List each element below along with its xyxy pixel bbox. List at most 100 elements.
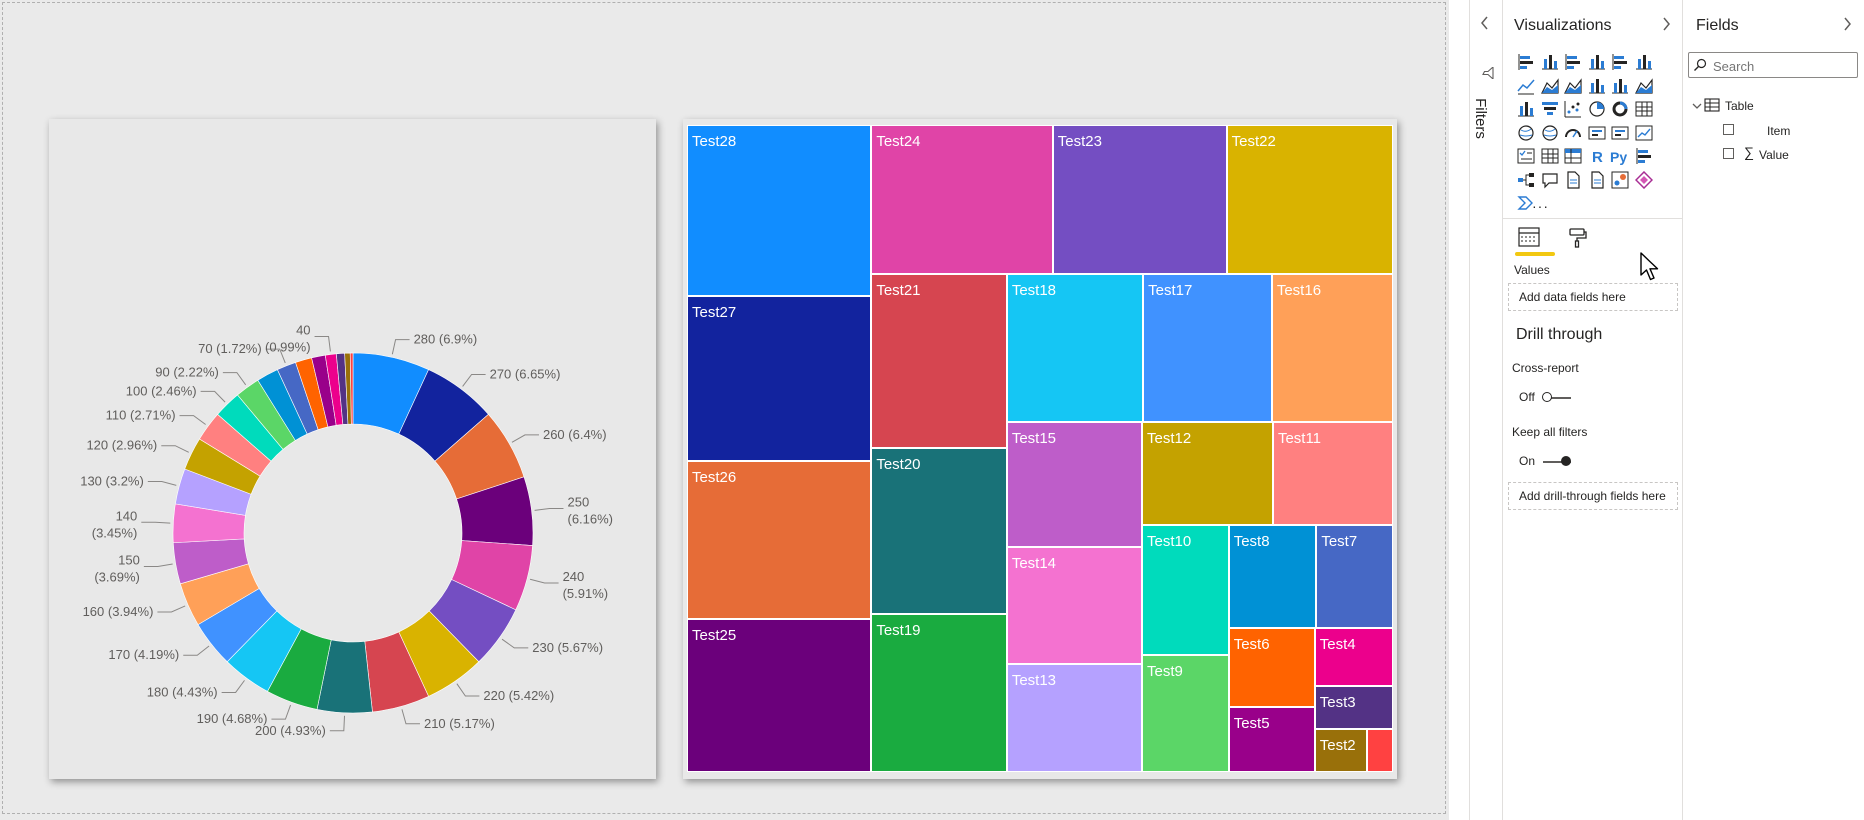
treemap-cell[interactable]: Test11 (1272, 422, 1393, 526)
stacked-area-chart-icon[interactable] (1563, 76, 1583, 96)
more-visuals-button[interactable]: ··· (1532, 198, 1549, 216)
slicer-icon[interactable] (1516, 146, 1536, 166)
treemap-cell[interactable] (1366, 728, 1393, 772)
smart-narrative-icon[interactable] (1563, 170, 1583, 190)
treemap-cell[interactable]: Test27 (687, 295, 872, 461)
decomposition-tree-icon[interactable] (1516, 170, 1536, 190)
card-icon[interactable] (1587, 123, 1607, 143)
map-icon[interactable] (1516, 123, 1536, 143)
filled-map-icon[interactable] (1540, 123, 1560, 143)
cross-report-label: Cross-report (1512, 361, 1579, 375)
format-tab[interactable] (1567, 227, 1589, 254)
drill-through-dropzone[interactable]: Add drill-through fields here (1508, 482, 1678, 510)
treemap-cell[interactable]: Test5 (1228, 706, 1315, 772)
field-checkbox[interactable] (1723, 148, 1734, 159)
percent-stacked-bar-chart-icon[interactable] (1610, 52, 1630, 72)
paginated-report-icon[interactable] (1587, 170, 1607, 190)
treemap-cell[interactable]: Test6 (1228, 628, 1315, 707)
search-box[interactable] (1688, 52, 1858, 78)
field-name: Item (1767, 124, 1791, 138)
clustered-bar-chart-icon[interactable] (1563, 52, 1583, 72)
data-label: 110 (2.71%) (106, 408, 176, 423)
line-and-clustered-column-chart-icon[interactable] (1610, 76, 1630, 96)
field-item[interactable]: ∑ Value (1723, 144, 1853, 165)
data-label: 130 (3.2%) (80, 474, 144, 489)
table-visual-icon[interactable] (1540, 146, 1560, 166)
ribbon-chart-icon[interactable] (1634, 76, 1654, 96)
treemap-cell[interactable]: Test20 (871, 448, 1007, 615)
more-visuals-label: ··· (1532, 198, 1549, 214)
treemap-cell[interactable]: Test15 (1006, 422, 1142, 548)
active-tab-underline (1515, 252, 1555, 256)
treemap-icon[interactable] (1634, 99, 1654, 119)
treemap-cell[interactable]: Test22 (1226, 125, 1393, 274)
treemap-cell[interactable]: Test9 (1141, 655, 1229, 772)
line-chart-icon[interactable] (1516, 76, 1536, 96)
field-checkbox[interactable] (1723, 124, 1734, 135)
toggle-knob (1561, 456, 1571, 466)
clustered-column-chart-icon[interactable] (1587, 52, 1607, 72)
data-label: 150 (3.69%) (94, 553, 140, 585)
treemap-cell[interactable]: Test7 (1316, 525, 1393, 629)
chevron-down-icon[interactable] (1691, 99, 1703, 117)
percent-stacked-column-chart-icon[interactable] (1634, 52, 1654, 72)
kpi-icon[interactable] (1634, 123, 1654, 143)
treemap-cell[interactable]: Test25 (687, 619, 872, 772)
pie-chart-icon[interactable] (1587, 99, 1607, 119)
funnel-chart-icon[interactable] (1540, 99, 1560, 119)
cross-report-toggle[interactable]: Off (1519, 389, 1599, 405)
svg-text:Py: Py (1610, 149, 1627, 165)
search-input[interactable] (1711, 56, 1855, 76)
fields-well-tab[interactable] (1517, 226, 1541, 253)
treemap-cell[interactable]: Test18 (1006, 273, 1144, 423)
donut-chart-icon[interactable] (1610, 99, 1630, 119)
area-chart-icon[interactable] (1540, 76, 1560, 96)
treemap-cell[interactable]: Test23 (1052, 125, 1227, 274)
filters-pane-collapsed[interactable]: Filters (1469, 0, 1504, 820)
treemap-cell[interactable]: Test16 (1271, 273, 1393, 423)
treemap-cell[interactable]: Test3 (1314, 685, 1393, 729)
field-name: Value (1759, 148, 1789, 162)
stacked-bar-chart-icon[interactable] (1516, 52, 1536, 72)
leader-line (271, 704, 292, 720)
keep-all-filters-toggle[interactable]: On (1519, 453, 1599, 469)
treemap-cell[interactable]: Test12 (1141, 422, 1273, 526)
arcgis-map-icon[interactable] (1610, 170, 1630, 190)
treemap-cell[interactable]: Test26 (687, 460, 872, 620)
field-item[interactable]: Item (1723, 121, 1853, 141)
power-apps-icon[interactable] (1634, 170, 1654, 190)
donut-chart-visual[interactable]: 280 (6.9%) 270 (6.65%) 260 (6.4%) 250 (6.16%… (49, 119, 656, 779)
stacked-column-chart-icon[interactable] (1540, 52, 1560, 72)
python-visual-icon[interactable]: Py (1610, 146, 1630, 166)
treemap-visual[interactable]: Test28 Test27 Test26 Test25 Test24 Test23 Test… (683, 119, 1397, 779)
waterfall-chart-icon[interactable] (1516, 99, 1536, 119)
treemap-cell[interactable]: Test19 (871, 614, 1007, 772)
line-and-column-chart-icon[interactable] (1587, 76, 1607, 96)
chevron-left-icon[interactable] (1480, 16, 1490, 33)
treemap-cell[interactable]: Test14 (1006, 547, 1142, 664)
treemap-cell[interactable]: Test13 (1006, 663, 1142, 772)
matrix-icon[interactable] (1563, 146, 1583, 166)
treemap-cell[interactable]: Test8 (1228, 525, 1317, 629)
data-label: 190 (4.68%) (197, 711, 268, 726)
table-node[interactable]: Table (1691, 96, 1861, 116)
qa-visual-icon[interactable] (1540, 170, 1560, 190)
filters-vertical-label[interactable]: Filters (1472, 90, 1500, 150)
sigma-icon: ∑ (1744, 144, 1754, 160)
treemap-cell[interactable]: Test17 (1143, 273, 1272, 423)
leader-line (157, 605, 186, 613)
treemap-cell[interactable]: Test10 (1141, 525, 1229, 656)
r-script-visual-icon[interactable]: R (1587, 146, 1607, 166)
gauge-icon[interactable] (1563, 123, 1583, 143)
scatter-chart-icon[interactable] (1563, 99, 1583, 119)
treemap-cell[interactable]: Test21 (871, 273, 1007, 449)
treemap-cell[interactable]: Test28 (687, 125, 872, 296)
treemap-cell[interactable]: Test4 (1314, 628, 1393, 686)
report-canvas[interactable]: 280 (6.9%) 270 (6.65%) 260 (6.4%) 250 (6.16%… (0, 0, 1449, 820)
chevron-right-icon[interactable] (1842, 17, 1852, 34)
treemap-cell[interactable]: Test24 (871, 125, 1053, 274)
multi-row-card-icon[interactable] (1610, 123, 1630, 143)
chevron-right-icon[interactable] (1661, 17, 1671, 34)
key-influencers-icon[interactable] (1634, 146, 1654, 166)
treemap-cell[interactable]: Test2 (1314, 728, 1367, 772)
